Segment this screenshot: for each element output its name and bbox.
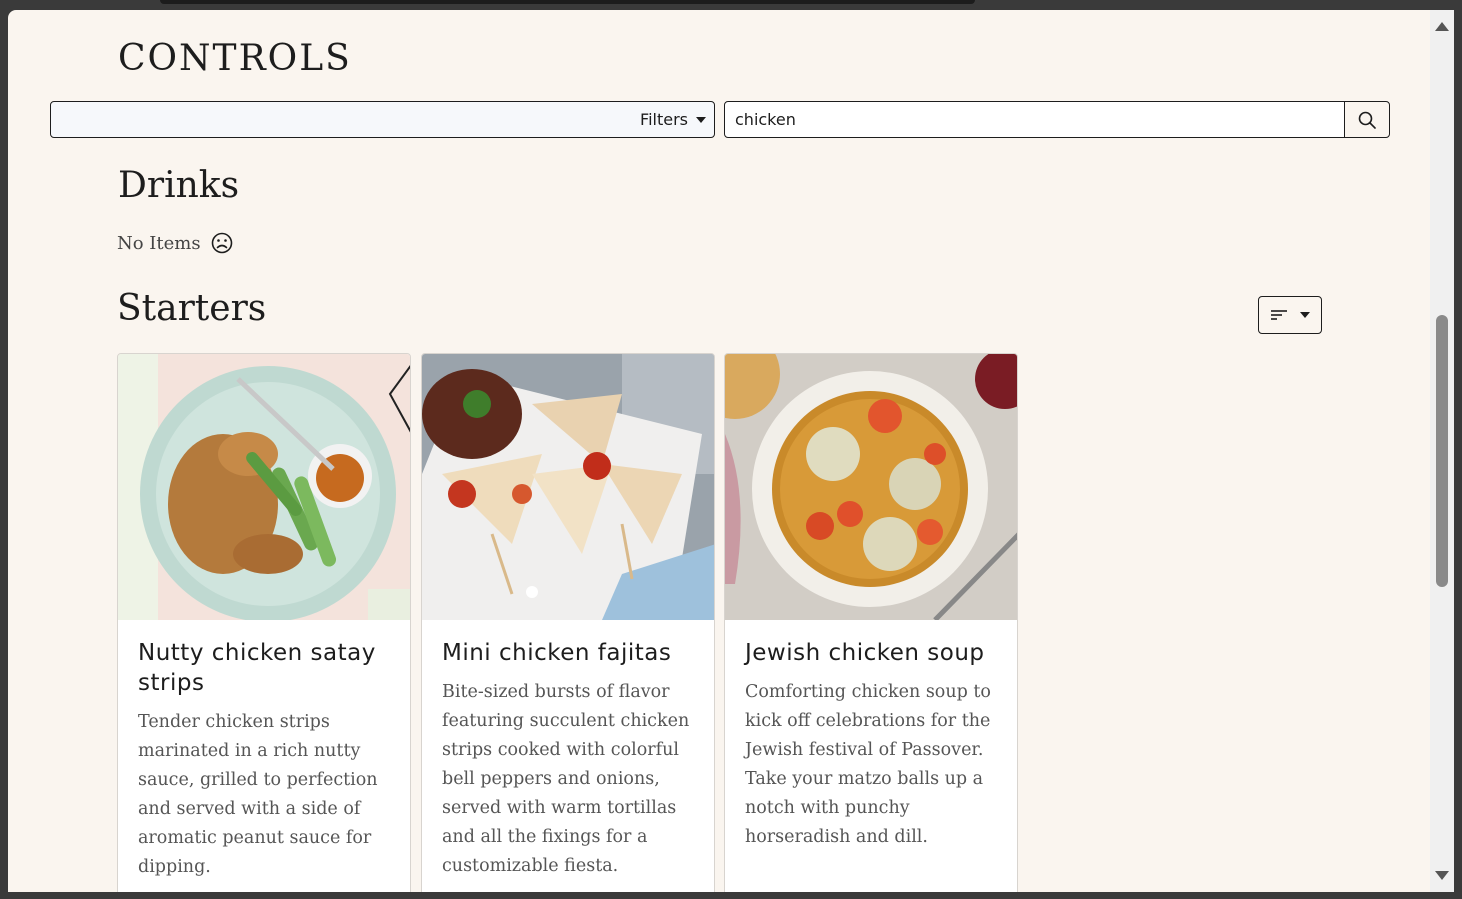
app-window: CONTROLS Filters Drinks No Items Starter… <box>8 10 1454 892</box>
search-input[interactable] <box>724 101 1346 138</box>
filters-button[interactable]: Filters <box>640 110 706 129</box>
caret-down-icon <box>1300 312 1310 318</box>
recipe-image <box>725 354 1017 620</box>
sad-face-icon <box>211 232 232 254</box>
sort-dropdown-button[interactable] <box>1258 296 1322 334</box>
recipe-image <box>422 354 714 620</box>
recipe-title: Jewish chicken soup <box>745 640 985 666</box>
recipe-card[interactable]: Jewish chicken soup Comforting chicken s… <box>724 353 1018 892</box>
recipe-description: Comforting chicken soup to kick off cele… <box>745 682 991 847</box>
page-title: CONTROLS <box>118 38 352 79</box>
recipe-image <box>118 354 410 620</box>
scroll-down-arrow-icon[interactable] <box>1435 871 1449 880</box>
empty-state: No Items <box>117 232 233 254</box>
section-title-starters: Starters <box>117 288 267 329</box>
vertical-scrollbar[interactable] <box>1430 10 1454 892</box>
section-title-drinks: Drinks <box>118 165 240 206</box>
filters-label: Filters <box>640 110 688 129</box>
scroll-up-arrow-icon[interactable] <box>1435 22 1449 31</box>
recipe-description: Bite-sized bursts of flavor featuring su… <box>442 682 690 876</box>
recipe-title: Mini chicken fajitas <box>442 640 672 666</box>
window-top-strip <box>160 0 975 4</box>
search-icon <box>1358 111 1376 129</box>
filters-dropdown[interactable]: Filters <box>50 101 715 138</box>
search-button[interactable] <box>1344 101 1390 138</box>
recipe-card[interactable]: Nutty chicken satay strips Tender chicke… <box>117 353 411 892</box>
recipe-card[interactable]: Mini chicken fajitas Bite-sized bursts o… <box>421 353 715 892</box>
caret-down-icon <box>696 116 706 123</box>
scroll-thumb[interactable] <box>1436 315 1448 587</box>
recipe-description: Tender chicken strips marinated in a ric… <box>138 712 378 877</box>
empty-state-text: No Items <box>117 232 201 254</box>
sort-icon <box>1271 310 1287 320</box>
recipe-title: Nutty chicken satay strips <box>138 640 376 696</box>
